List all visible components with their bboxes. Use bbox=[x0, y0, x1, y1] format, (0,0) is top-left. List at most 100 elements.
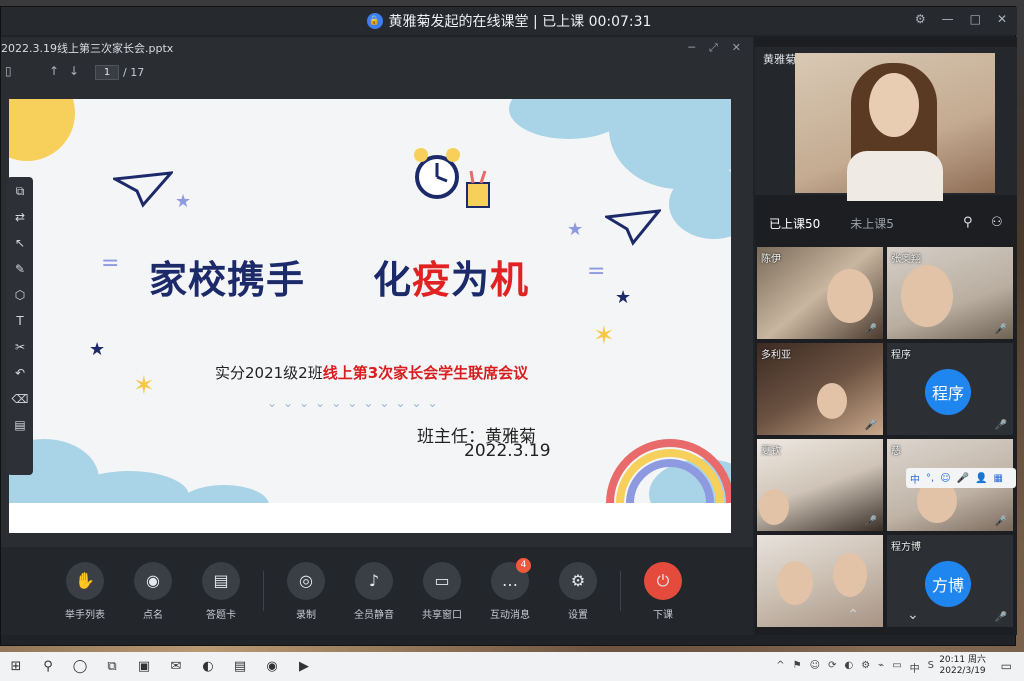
window-title: 黄雅菊发起的在线课堂 | 已上课 00:07:31 bbox=[388, 14, 652, 30]
location-icon: ◉ bbox=[134, 561, 172, 600]
mic-muted-icon: 🎤 bbox=[994, 612, 1007, 623]
edge-icon[interactable]: ◐ bbox=[192, 659, 224, 674]
pointer-icon[interactable]: ↖ bbox=[15, 235, 25, 251]
ime-punct-icon[interactable]: °, bbox=[926, 473, 934, 484]
student-tile[interactable]: 程序 程序 🎤 bbox=[887, 343, 1013, 435]
pencil-cup-icon bbox=[466, 170, 490, 208]
page-total: / 17 bbox=[123, 65, 145, 79]
shape-icon[interactable]: ⬡ bbox=[15, 287, 25, 303]
tray-icon[interactable]: S bbox=[928, 660, 934, 675]
tray-icon[interactable]: ⚙ bbox=[861, 660, 870, 675]
start-icon[interactable]: ⊞ bbox=[0, 659, 32, 674]
mail-icon[interactable]: ✉ bbox=[160, 659, 192, 674]
eraser-icon[interactable]: ⌫ bbox=[12, 391, 29, 407]
file-explorer-icon[interactable]: ▣ bbox=[128, 659, 160, 674]
record-button[interactable]: ◎ 录制 bbox=[272, 561, 340, 621]
ime-emoji-icon[interactable]: ☺ bbox=[940, 473, 950, 484]
interactive-messages-button[interactable]: … 4 互动消息 bbox=[476, 557, 544, 621]
toolbox-icon[interactable]: ▤ bbox=[14, 417, 25, 433]
page-input[interactable]: 1 bbox=[95, 64, 119, 80]
tray-icon[interactable]: ⚑ bbox=[793, 660, 802, 675]
dash-decoration: = bbox=[587, 259, 606, 284]
battery-icon[interactable]: ▭ bbox=[892, 660, 901, 675]
record-icon: ◎ bbox=[287, 561, 325, 600]
student-tile[interactable]: 夏钦 🎤 bbox=[757, 439, 883, 531]
tab-in-class[interactable]: 已上课50 bbox=[769, 215, 820, 232]
scissors-icon[interactable]: ✂ bbox=[15, 339, 25, 355]
wifi-icon[interactable]: ⌁ bbox=[878, 660, 884, 675]
cortana-icon[interactable]: ◯ bbox=[64, 659, 96, 674]
student-avatar: 方博 bbox=[925, 561, 971, 607]
mute-all-button[interactable]: ♪ 全员静音 bbox=[340, 561, 408, 621]
close-file-icon[interactable]: ✕ bbox=[732, 41, 741, 55]
add-user-icon[interactable]: ⚇ bbox=[991, 215, 1003, 230]
student-name: 慈 bbox=[891, 446, 901, 457]
clock-time: 20:11 周六 bbox=[939, 655, 986, 665]
face-shape bbox=[833, 553, 867, 597]
mic-muted-icon: 🎤 bbox=[994, 324, 1007, 335]
student-tile[interactable]: 张奥翔 🎤 bbox=[887, 247, 1013, 339]
roll-call-button[interactable]: ◉ 点名 bbox=[119, 561, 187, 621]
search-icon[interactable]: ⚲ bbox=[963, 215, 973, 230]
tab-not-in-class[interactable]: 未上课5 bbox=[850, 215, 894, 232]
slide-date: 2022.3.19 bbox=[464, 441, 551, 461]
ime-lang-icon[interactable]: 中 bbox=[910, 471, 920, 486]
pen-icon[interactable]: ✎ bbox=[15, 261, 25, 277]
face-shape bbox=[901, 265, 953, 327]
face-shape bbox=[869, 73, 919, 137]
student-tile[interactable]: ⌃ bbox=[757, 535, 883, 627]
paper-plane-icon bbox=[605, 209, 661, 246]
ime-grid-icon[interactable]: ▦ bbox=[994, 473, 1003, 484]
minimize-icon[interactable]: — bbox=[942, 12, 954, 26]
settings-icon[interactable]: ⚙ bbox=[915, 12, 926, 26]
whiteboard-toolbar: ⧉ ⇄ ↖ ✎ ⬡ T ✂ ↶ ⌫ ▤ bbox=[7, 177, 33, 475]
tray-icon[interactable]: ⟳ bbox=[828, 660, 836, 675]
divider bbox=[263, 571, 264, 611]
text-icon[interactable]: T bbox=[16, 313, 23, 329]
prev-page-icon[interactable]: ↑ bbox=[49, 64, 59, 78]
search-icon[interactable]: ⚲ bbox=[32, 659, 64, 674]
settings-button[interactable]: ⚙ 设置 bbox=[544, 561, 612, 621]
input-method-icon[interactable]: 中 bbox=[910, 660, 920, 675]
mic-muted-icon: 🎤 bbox=[864, 420, 877, 431]
next-page-icon[interactable]: ↓ bbox=[69, 64, 79, 78]
paper-plane-icon bbox=[113, 171, 173, 208]
body-shape bbox=[847, 151, 943, 201]
laser-icon[interactable]: ⇄ bbox=[15, 209, 25, 225]
close-icon[interactable]: ✕ bbox=[997, 12, 1007, 26]
student-tile[interactable]: 陈伊 🎤 bbox=[757, 247, 883, 339]
tray-icon[interactable]: ◐ bbox=[844, 660, 853, 675]
undo-icon[interactable]: ↶ bbox=[15, 365, 25, 381]
ime-user-icon[interactable]: 👤 bbox=[975, 473, 987, 484]
scroll-up-icon[interactable]: ⌃ bbox=[847, 607, 859, 623]
maximize-icon[interactable]: □ bbox=[970, 12, 981, 26]
student-name: 程方博 bbox=[891, 542, 921, 553]
end-class-button[interactable]: ⏻ 下课 bbox=[629, 561, 697, 621]
teacher-video[interactable]: 黄雅菊 bbox=[755, 47, 1017, 201]
sidebar-toggle-icon[interactable]: ▯ bbox=[5, 64, 12, 78]
gear-icon: ⚙ bbox=[559, 561, 597, 600]
ime-voice-icon[interactable]: 🎤 bbox=[957, 473, 969, 484]
tray-expand-icon[interactable]: ^ bbox=[776, 660, 784, 675]
chevron-row: ⌄⌄⌄⌄⌄⌄⌄⌄⌄⌄⌄ bbox=[267, 396, 444, 410]
clock[interactable]: 20:11 周六 2022/3/19 bbox=[939, 655, 986, 677]
tray-icon[interactable]: ☺ bbox=[810, 660, 820, 675]
app-icon[interactable]: ◉ bbox=[256, 659, 288, 674]
select-area-icon[interactable]: ⧉ bbox=[16, 183, 25, 199]
student-tile[interactable]: 多利亚 🎤 bbox=[757, 343, 883, 435]
file-name: 2022.3.19线上第三次家长会.pptx bbox=[1, 42, 174, 55]
expand-icon[interactable]: ⤢ bbox=[709, 41, 718, 55]
share-window-button[interactable]: ▭ 共享窗口 bbox=[408, 561, 476, 621]
scroll-down-icon[interactable]: ⌄ bbox=[907, 607, 919, 623]
raise-hand-list-button[interactable]: ✋ 举手列表 bbox=[51, 561, 119, 621]
mic-muted-icon: 🎤 bbox=[994, 420, 1007, 431]
task-view-icon[interactable]: ⧉ bbox=[96, 659, 128, 674]
app-icon[interactable]: ▶ bbox=[288, 659, 320, 674]
answer-card-button[interactable]: ▤ 答题卡 bbox=[187, 561, 255, 621]
mic-muted-icon: 🎤 bbox=[864, 324, 877, 335]
app-icon[interactable]: ▤ bbox=[224, 659, 256, 674]
student-tile[interactable]: 程方博 方博 ⌄ 🎤 bbox=[887, 535, 1013, 627]
dash-decoration: = bbox=[101, 251, 120, 276]
notification-icon[interactable]: ▭ bbox=[1001, 659, 1012, 673]
pin-icon[interactable]: ─ bbox=[688, 41, 695, 55]
